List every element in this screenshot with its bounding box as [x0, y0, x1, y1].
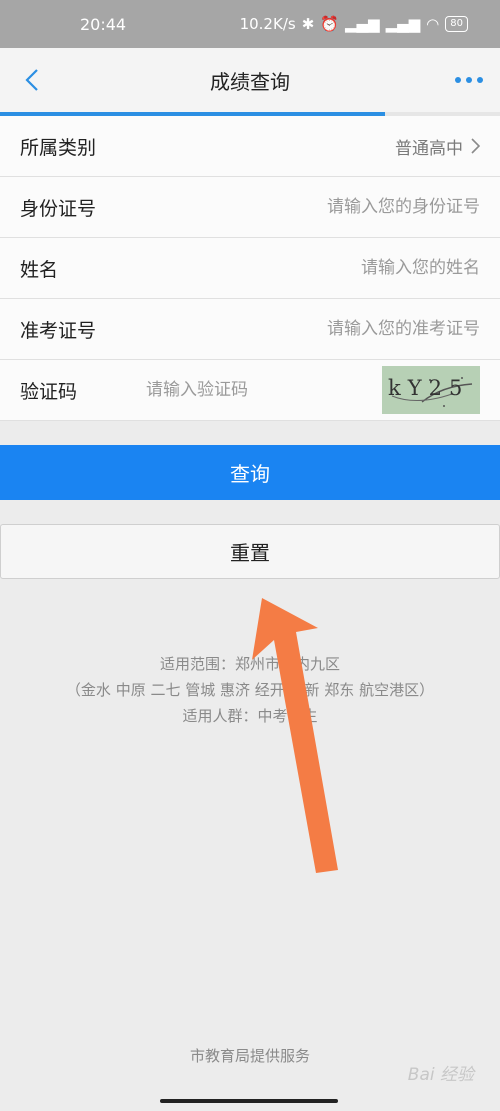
query-button[interactable]: 查询: [0, 445, 500, 500]
signal-icon: ▂▄▆: [344, 15, 380, 33]
name-label: 姓名: [20, 258, 59, 281]
back-button[interactable]: [18, 66, 46, 94]
id-label: 身份证号: [20, 197, 97, 220]
network-speed: 10.2K/s: [239, 15, 296, 33]
chevron-right-icon: [471, 138, 480, 154]
captcha-input[interactable]: [130, 380, 280, 400]
more-dots-icon: [455, 77, 483, 83]
page-title: 成绩查询: [210, 69, 290, 94]
category-value: 普通高中: [395, 138, 463, 159]
query-form: 所属类别 普通高中 身份证号 姓名 准考证号 验证码 kY25: [0, 116, 500, 421]
exam-row: 准考证号: [0, 299, 500, 360]
watermark: Bai 经验: [407, 1065, 474, 1085]
progress-fill: [0, 112, 385, 116]
status-time: 20:44: [80, 14, 127, 34]
nav-bar: 成绩查询: [0, 48, 500, 112]
exam-number-input[interactable]: [160, 319, 480, 339]
name-input[interactable]: [160, 258, 480, 278]
id-number-input[interactable]: [160, 197, 480, 217]
reset-button[interactable]: 重置: [0, 524, 500, 579]
captcha-label: 验证码: [20, 380, 78, 403]
more-button[interactable]: [452, 66, 486, 94]
captcha-text: kY25: [388, 376, 470, 400]
alarm-icon: ⏰: [320, 15, 339, 33]
category-row[interactable]: 所属类别 普通高中: [0, 116, 500, 177]
bluetooth-icon: ✱: [301, 15, 315, 33]
notice-line-1: 适用范围：郑州市市内九区: [159, 655, 340, 673]
status-icons: 10.2K/s ✱ ⏰ ▂▄▆ ▂▄▆ ◠ 80: [240, 15, 468, 33]
wifi-icon: ◠: [426, 15, 440, 33]
battery-icon: 80: [445, 16, 468, 32]
captcha-image[interactable]: kY25: [382, 366, 480, 414]
notice-line-3: 适用人群：中考考生: [182, 707, 318, 725]
notice-line-2: （金水 中原 二七 管城 惠济 经开 高新 郑东 航空港区）: [65, 681, 435, 699]
id-row: 身份证号: [0, 177, 500, 238]
page-load-progress: [0, 112, 500, 116]
status-bar: 20:44 10.2K/s ✱ ⏰ ▂▄▆ ▂▄▆ ◠ 80: [0, 0, 500, 48]
signal-icon-2: ▂▄▆: [385, 15, 421, 33]
category-label: 所属类别: [20, 136, 97, 159]
home-indicator[interactable]: [160, 1099, 338, 1103]
category-select[interactable]: 普通高中: [160, 134, 480, 159]
exam-label: 准考证号: [20, 319, 97, 342]
chevron-left-icon: [25, 69, 38, 91]
captcha-row: 验证码 kY25: [0, 360, 500, 421]
name-row: 姓名: [0, 238, 500, 299]
scope-notice: 适用范围：郑州市市内九区 （金水 中原 二七 管城 惠济 经开 高新 郑东 航空…: [0, 651, 500, 729]
